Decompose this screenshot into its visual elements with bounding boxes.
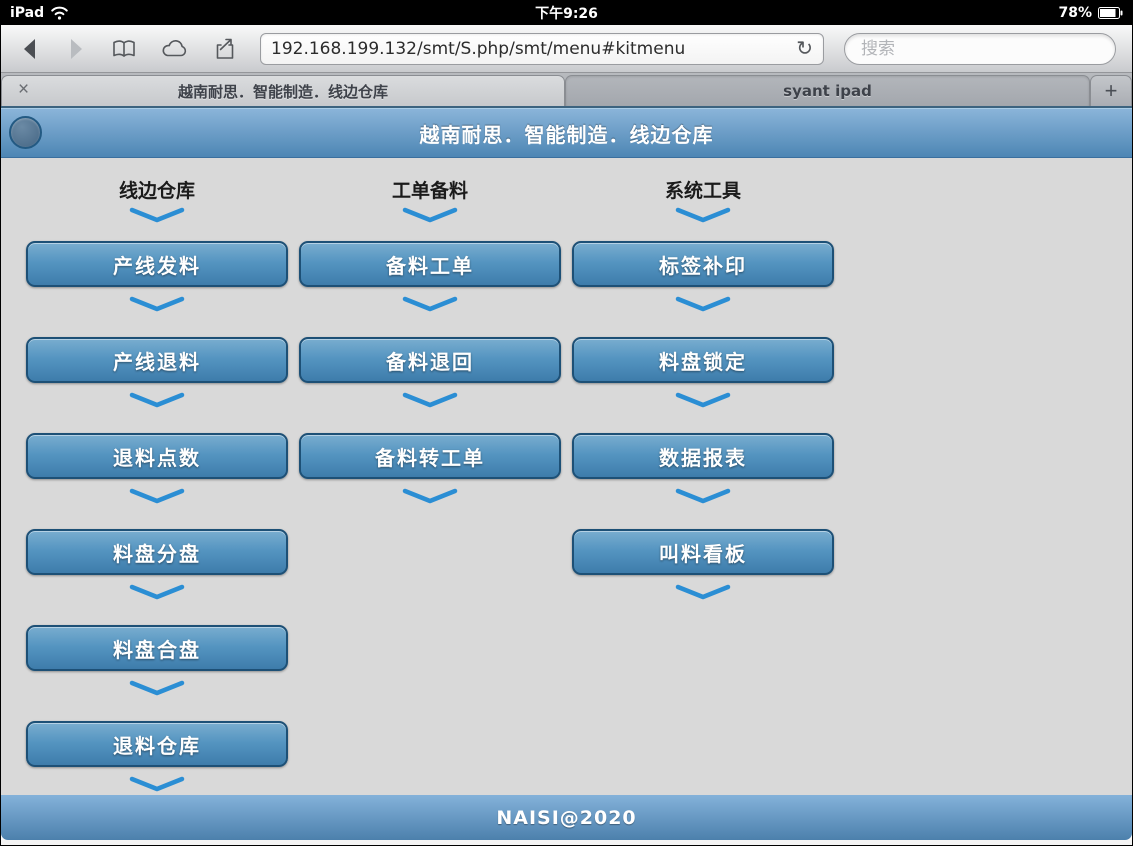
tab-inactive[interactable]: syant ipad: [565, 75, 1090, 106]
page-title: 越南耐思．智能制造．线边仓库: [420, 119, 714, 148]
chevron-down-icon: [128, 679, 186, 701]
chevron-down-icon: [401, 487, 459, 509]
reload-icon[interactable]: ↻: [790, 39, 813, 59]
menu-column: 线边仓库产线发料产线退料退料点数料盘分盘料盘合盘退料仓库: [26, 172, 288, 795]
menu-columns: 线边仓库产线发料产线退料退料点数料盘分盘料盘合盘退料仓库工单备料备料工单备料退回…: [1, 158, 1132, 795]
header-circle-button[interactable]: [9, 116, 42, 149]
menu-button[interactable]: 退料仓库: [26, 721, 288, 767]
page-footer: NAISI@2020: [1, 795, 1132, 840]
search-input[interactable]: [844, 33, 1116, 65]
chevron-down-icon: [128, 391, 186, 413]
menu-button[interactable]: 料盘合盘: [26, 625, 288, 671]
wifi-icon: [50, 6, 69, 20]
chevron-down-icon: [401, 206, 459, 228]
chevron-down-icon: [401, 391, 459, 413]
menu-button[interactable]: 料盘锁定: [572, 337, 834, 383]
chevron-down-icon: [674, 295, 732, 317]
icloud-tabs-icon[interactable]: [159, 37, 190, 60]
menu-button[interactable]: 退料点数: [26, 433, 288, 479]
chevron-down-icon: [128, 487, 186, 509]
ipad-screen: iPad 下午9:26 78%: [0, 0, 1133, 846]
chevron-down-icon: [128, 583, 186, 605]
column-header: 线边仓库: [119, 176, 195, 203]
chevron-down-icon: [128, 295, 186, 317]
chevron-down-icon: [128, 775, 186, 795]
page-header: 越南耐思．智能制造．线边仓库: [1, 108, 1132, 158]
device-label: iPad: [10, 5, 44, 21]
chevron-down-icon: [674, 391, 732, 413]
column-header: 系统工具: [665, 176, 741, 203]
menu-column: 系统工具标签补印料盘锁定数据报表叫料看板: [572, 172, 834, 795]
chevron-down-icon: [128, 206, 186, 228]
url-field[interactable]: ↻: [260, 33, 824, 65]
menu-button[interactable]: 叫料看板: [572, 529, 834, 575]
chevron-down-icon: [674, 206, 732, 228]
menu-button[interactable]: 备料转工单: [299, 433, 561, 479]
close-icon[interactable]: ×: [18, 80, 29, 99]
menu-button[interactable]: 备料工单: [299, 241, 561, 287]
clock: 下午9:26: [1, 3, 1132, 23]
chevron-down-icon: [674, 487, 732, 509]
chevron-down-icon: [401, 295, 459, 317]
back-button[interactable]: [17, 35, 43, 63]
footer-text: NAISI@2020: [496, 807, 636, 829]
tab-active[interactable]: × 越南耐思．智能制造．线边仓库: [1, 75, 565, 106]
battery-percent: 78%: [1058, 5, 1092, 21]
share-icon[interactable]: [210, 35, 240, 63]
status-bar: iPad 下午9:26 78%: [1, 1, 1132, 25]
battery-icon: [1098, 7, 1123, 19]
tab-bar: × 越南耐思．智能制造．线边仓库 syant ipad +: [1, 73, 1132, 108]
forward-button[interactable]: [63, 35, 89, 63]
bookmarks-icon[interactable]: [109, 37, 139, 61]
chevron-down-icon: [674, 583, 732, 605]
browser-toolbar: ↻: [1, 25, 1132, 73]
menu-button[interactable]: 标签补印: [572, 241, 834, 287]
menu-button[interactable]: 备料退回: [299, 337, 561, 383]
menu-button[interactable]: 数据报表: [572, 433, 834, 479]
menu-button[interactable]: 产线发料: [26, 241, 288, 287]
bottom-strip: [1, 840, 1132, 845]
page-content: 线边仓库产线发料产线退料退料点数料盘分盘料盘合盘退料仓库工单备料备料工单备料退回…: [1, 158, 1132, 795]
url-input[interactable]: [271, 39, 790, 59]
menu-column: 工单备料备料工单备料退回备料转工单: [299, 172, 561, 795]
tab-title: syant ipad: [566, 82, 1089, 100]
column-header: 工单备料: [392, 176, 468, 203]
menu-button[interactable]: 料盘分盘: [26, 529, 288, 575]
new-tab-button[interactable]: +: [1090, 75, 1132, 106]
tab-title: 越南耐思．智能制造．线边仓库: [2, 81, 564, 102]
menu-button[interactable]: 产线退料: [26, 337, 288, 383]
